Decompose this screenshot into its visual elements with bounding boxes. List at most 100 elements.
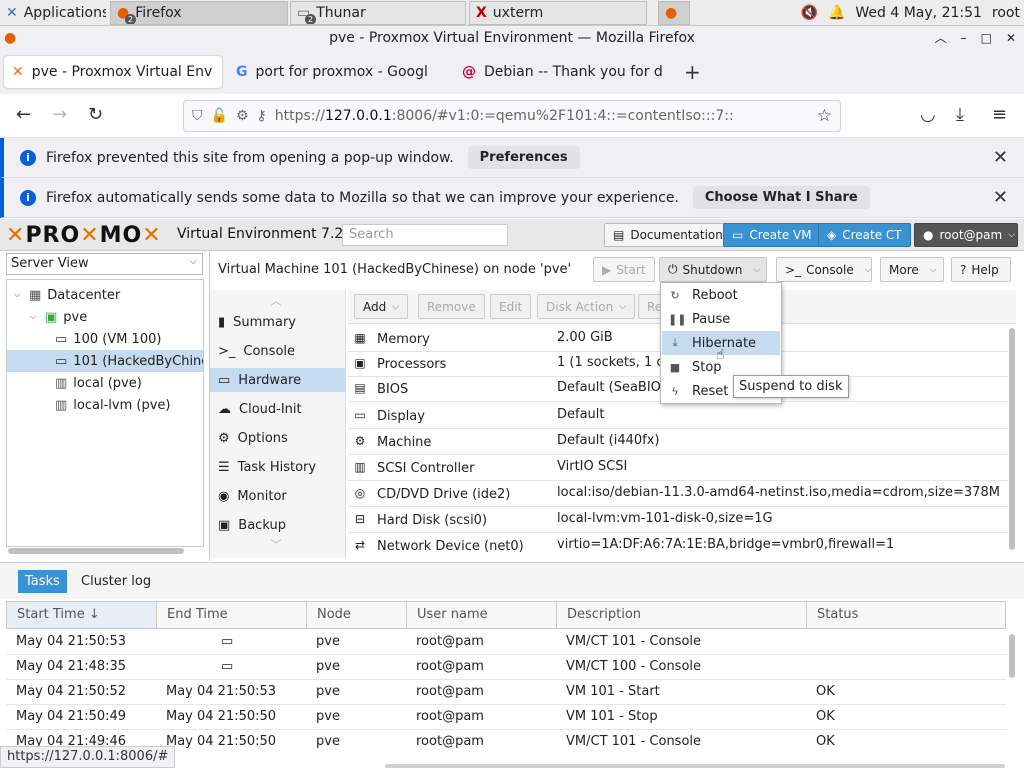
datacenter-icon: ▦ [29, 287, 42, 303]
column-status[interactable]: Status [807, 602, 1005, 628]
disk-action-button[interactable]: Disk Action ⌵ [537, 294, 635, 319]
more-button[interactable]: More ⌵ [880, 257, 944, 282]
table-row[interactable]: May 04 21:50:53 ▭ pve root@pam VM/CT 101… [6, 630, 1006, 655]
minimize-icon[interactable]: – [961, 26, 967, 50]
maximize-icon[interactable]: □ [981, 26, 992, 50]
add-hardware-button[interactable]: Add ⌵ [354, 294, 409, 319]
collapse-icon[interactable]: ⌵ [11, 290, 23, 300]
help-button[interactable]: ? Help [951, 257, 1011, 282]
hardware-row[interactable]: ⚙ Machine Default (i440fx) [348, 429, 1008, 455]
close-icon[interactable]: ✕ [993, 187, 1008, 208]
tab-tasks[interactable]: Tasks [18, 570, 67, 593]
lock-warning-icon[interactable]: 🔓 [211, 108, 228, 124]
bookmark-star-icon[interactable]: ☆ [817, 106, 832, 126]
menu-hardware[interactable]: ▭ Hardware [210, 368, 345, 392]
tree-node-datacenter[interactable]: ⌵ ▦ Datacenter [7, 284, 203, 306]
close-icon[interactable]: ✕ [1006, 26, 1016, 50]
page-horizontal-scrollbar[interactable] [385, 764, 1005, 768]
table-row[interactable]: May 04 21:50:52 May 04 21:50:53 pve root… [6, 680, 1006, 705]
menu-monitor[interactable]: ◉ Monitor [210, 484, 345, 508]
permissions-icon[interactable]: ⚙ [236, 108, 249, 124]
tree-node-vm100[interactable]: ▭ 100 (VM 100) [7, 328, 203, 350]
network-icon: ⇄ [354, 538, 366, 552]
shield-icon[interactable]: ⛉ [192, 108, 203, 124]
scroll-down-icon[interactable]: ﹀ [270, 536, 282, 553]
create-ct-button[interactable]: ◈ Create CT [818, 223, 911, 247]
create-vm-button[interactable]: ▭ Create VM [723, 223, 821, 247]
google-icon: G [236, 64, 248, 80]
start-button[interactable]: ▶ Start [593, 257, 655, 282]
menu-hamburger-icon[interactable]: ≡ [992, 104, 1007, 125]
new-tab-button[interactable]: + [684, 60, 701, 84]
hardware-row[interactable]: ◎ CD/DVD Drive (ide2) local:iso/debian-1… [348, 481, 1008, 507]
pocket-icon[interactable]: ◡ [920, 104, 936, 125]
column-start-time[interactable]: Start Time ↓ [7, 602, 157, 628]
tree-node-pve[interactable]: ⌵ ▣ pve [7, 306, 203, 328]
shutdown-button[interactable]: ⏻ Shutdown ⌵ [659, 257, 767, 282]
url-text[interactable]: https://127.0.0.1:8006/#v1:0:=qemu%2F101… [275, 108, 809, 124]
session-user[interactable]: root [992, 5, 1020, 21]
tree-node-local[interactable]: ▥ local (pve) [7, 372, 203, 394]
menu-console[interactable]: >_ Console [210, 339, 345, 363]
table-row[interactable]: May 04 21:50:49 May 04 21:50:50 pve root… [6, 705, 1006, 730]
menu-task-history[interactable]: ☰ Task History [210, 455, 345, 479]
reload-icon[interactable]: ↻ [88, 104, 103, 125]
scroll-up-icon[interactable]: ︿ [270, 292, 282, 309]
browser-tab-debian[interactable]: @ Debian -- Thank you for d [454, 56, 676, 88]
preferences-button[interactable]: Preferences [467, 146, 580, 169]
menu-summary[interactable]: ▮ Summary [210, 310, 345, 334]
task-uxterm[interactable]: X uxterm [469, 1, 647, 25]
url-bar[interactable]: ⛉ 🔓 ⚙ ⚷ https://127.0.0.1:8006/#v1:0:=qe… [183, 100, 841, 132]
table-row[interactable]: May 04 21:48:35 ▭ pve root@pam VM/CT 100… [6, 655, 1006, 680]
menu-cloud-init[interactable]: ☁ Cloud-Init [210, 397, 345, 421]
tree-horizontal-scrollbar[interactable] [8, 548, 184, 554]
list-icon: ☰ [218, 459, 230, 475]
column-node[interactable]: Node [307, 602, 407, 628]
notification-bell-icon[interactable]: 🔔 [828, 5, 845, 21]
applications-menu[interactable]: ✕ Applications [0, 1, 106, 25]
hardware-vertical-scrollbar[interactable] [1009, 328, 1015, 550]
edit-hardware-button[interactable]: Edit [490, 294, 532, 319]
task-log-panel: Tasks Cluster log Start Time ↓ End Time … [0, 562, 1024, 752]
hardware-row[interactable]: ⇄ Network Device (net0) virtio=1A:DF:A6:… [348, 533, 1008, 558]
menu-backup[interactable]: ▣ Backup [210, 513, 345, 537]
column-description[interactable]: Description [557, 602, 807, 628]
tree-node-vm101[interactable]: ▭ 101 (HackedByChinese) [7, 350, 203, 372]
chevron-up-icon[interactable]: ︿ [935, 26, 947, 50]
book-icon: ▤ [613, 228, 625, 242]
menu-options[interactable]: ⚙ Options [210, 426, 345, 450]
notification-text: Firefox prevented this site from opening… [46, 149, 454, 166]
key-icon[interactable]: ⚷ [257, 108, 267, 124]
hardware-row[interactable]: ▥ SCSI Controller VirtIO SCSI [348, 455, 1008, 481]
browser-tab-google[interactable]: G port for proxmox - Googl [228, 56, 450, 88]
tab-cluster-log[interactable]: Cluster log [74, 570, 158, 593]
task-firefox[interactable]: ● 2 Firefox [110, 1, 288, 25]
hardware-row[interactable]: ⊟ Hard Disk (scsi0) local-lvm:vm-101-dis… [348, 507, 1008, 533]
collapse-icon[interactable]: ⌵ [27, 312, 39, 322]
choose-what-i-share-button[interactable]: Choose What I Share [692, 186, 870, 209]
browser-tab-proxmox[interactable]: ✕ pve - Proxmox Virtual Env [4, 56, 222, 88]
hardware-row[interactable]: ▭ Display Default [348, 403, 1008, 429]
forward-icon[interactable]: → [52, 104, 67, 125]
clock[interactable]: Wed 4 May, 21:51 [855, 5, 982, 21]
proxmox-logo[interactable]: ✕PRO✕MO✕ [6, 223, 162, 248]
close-icon[interactable]: ✕ [993, 147, 1008, 168]
column-end-time[interactable]: End Time [157, 602, 307, 628]
task-vertical-scrollbar[interactable] [1009, 634, 1015, 678]
menu-item-reboot[interactable]: ↻ Reboot [662, 283, 780, 307]
task-firefox-small[interactable]: ● [658, 1, 690, 25]
search-input[interactable]: Search [342, 224, 508, 246]
menu-item-pause[interactable]: ❚❚ Pause [662, 307, 780, 331]
console-button[interactable]: >_ Console ⌵ [776, 257, 872, 282]
documentation-button[interactable]: ▤ Documentation [604, 223, 732, 247]
downloads-icon[interactable]: ⤓ [956, 104, 964, 125]
back-icon[interactable]: ← [16, 104, 31, 125]
user-menu-button[interactable]: ● root@pam ⌵ [914, 223, 1018, 247]
remove-hardware-button[interactable]: Remove [418, 294, 485, 319]
os-taskbar: ✕ Applications ● 2 Firefox ▭ 2 Thunar X … [0, 0, 1024, 26]
volume-muted-icon[interactable]: 🔇 [801, 5, 818, 21]
tree-node-local-lvm[interactable]: ▥ local-lvm (pve) [7, 394, 203, 416]
view-selector[interactable]: Server View ⌵ [6, 253, 203, 275]
task-thunar[interactable]: ▭ 2 Thunar [290, 1, 466, 25]
column-user-name[interactable]: User name [407, 602, 557, 628]
